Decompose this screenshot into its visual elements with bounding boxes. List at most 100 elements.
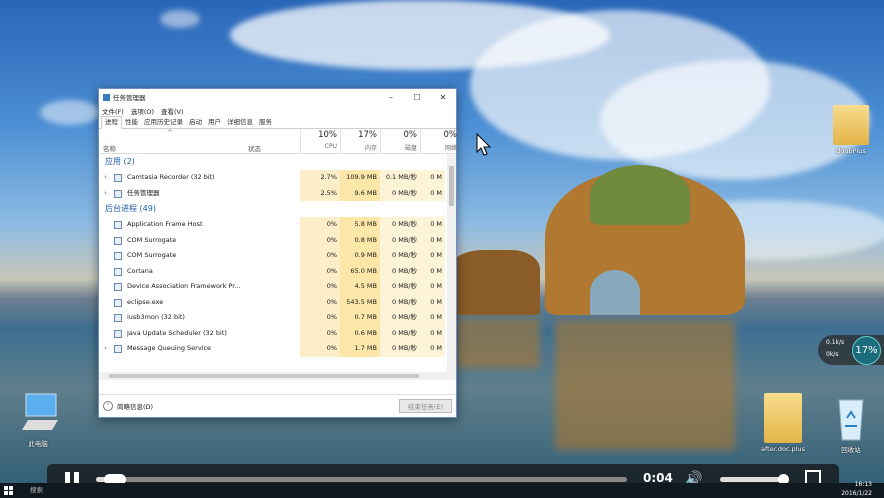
col-net-label[interactable]: 网络 <box>417 143 457 152</box>
col-disk-label[interactable]: 磁盘 <box>377 143 417 152</box>
tab-strip: 进程 性能 应用历史记录 启动 用户 详细信息 服务 <box>99 116 456 129</box>
process-row[interactable]: iusb3mon (32 bit) 0% 0.7 MB 0 MB/秒 0 M <box>99 310 456 326</box>
menu-options[interactable]: 选项(O) <box>131 106 154 116</box>
tab-users[interactable]: 用户 <box>205 117 224 128</box>
menu-view[interactable]: 查看(V) <box>161 106 184 116</box>
process-name: Application Frame Host <box>127 220 203 228</box>
col-cpu-label[interactable]: CPU <box>297 143 337 150</box>
desktop-recycle-bin[interactable]: 回收站 <box>821 392 881 454</box>
process-net: 0 M <box>420 341 445 357</box>
process-cpu: 0% <box>300 325 340 341</box>
task-manager-window[interactable]: 任务管理器 – ☐ ✕ 文件(F) 选项(O) 查看(V) 进程 性能 应用历史… <box>98 88 457 418</box>
process-row[interactable]: COM Surrogate 0% 0.9 MB 0 MB/秒 0 M <box>99 248 456 264</box>
process-net: 0 M <box>420 232 445 248</box>
process-cpu: 0% <box>300 310 340 326</box>
col-disk-pct[interactable]: 0% <box>377 130 418 140</box>
vertical-scrollbar[interactable] <box>447 154 456 380</box>
process-name: COM Surrogate <box>127 235 177 244</box>
folder-icon <box>764 393 802 443</box>
desktop-icon-label: 回收站 <box>841 446 861 454</box>
expand-chevron-icon[interactable]: › <box>104 170 107 186</box>
mouse-cursor-icon <box>476 133 492 156</box>
col-cpu-pct[interactable]: 10% <box>297 130 337 140</box>
menu-file[interactable]: 文件(F) <box>102 106 124 116</box>
recycle-bin-icon <box>838 399 864 441</box>
process-cpu: 0% <box>300 248 340 264</box>
process-disk: 0 MB/秒 <box>380 341 420 357</box>
group-background: 后台进程 (49) <box>105 204 156 213</box>
taskbar-clock[interactable]: 16:13 2016/1/22 <box>841 480 872 498</box>
seek-bar[interactable] <box>96 474 627 485</box>
process-mem: 4.5 MB <box>340 279 380 295</box>
folder-icon <box>833 105 869 145</box>
process-name: iusb3mon (32 bit) <box>127 313 185 321</box>
process-row[interactable]: › Message Queuing Service 0% 1.7 MB 0 MB/秒 0 … <box>99 341 456 357</box>
process-disk: 0 MB/秒 <box>380 185 420 201</box>
process-net: 0 M <box>420 310 445 326</box>
window-title: 任务管理器 <box>113 94 146 102</box>
tab-startup[interactable]: 启动 <box>186 117 205 128</box>
process-cpu: 0% <box>300 341 340 357</box>
collapse-icon[interactable]: ⌃ <box>103 401 113 411</box>
process-name: Java Update Scheduler (32 bit) <box>127 328 227 337</box>
process-icon <box>114 283 122 291</box>
col-mem-pct[interactable]: 17% <box>337 130 377 140</box>
col-net-pct[interactable]: 0% <box>417 130 458 140</box>
windows-start-icon[interactable] <box>4 486 14 495</box>
group-apps: 应用 (2) <box>105 157 135 166</box>
desktop-folder-after[interactable]: after.doc.plus <box>753 393 813 453</box>
process-icon <box>114 345 122 353</box>
expand-chevron-icon[interactable]: › <box>104 186 107 202</box>
process-cpu: 0% <box>300 232 340 248</box>
maximize-button[interactable]: ☐ <box>404 89 430 105</box>
process-mem: 0.6 MB <box>340 325 380 341</box>
desktop-icon-label: 此电脑 <box>28 440 48 448</box>
volume-slider[interactable] <box>720 474 789 485</box>
less-details-link[interactable]: 简略信息(D) <box>117 401 399 411</box>
title-bar[interactable]: 任务管理器 – ☐ ✕ <box>99 89 456 105</box>
process-list[interactable]: 应用 (2) › Camtasia Recorder (32 bit) 2.7% 10… <box>99 154 456 380</box>
desktop-folder-doubplus[interactable]: doubPlus <box>821 105 881 155</box>
network-monitor-widget[interactable]: 0.1k/s 0k/s 17% <box>818 335 884 365</box>
tab-processes[interactable]: 进程 <box>101 116 122 129</box>
tab-details[interactable]: 详细信息 <box>224 117 256 128</box>
taskbar-search[interactable]: 搜索 <box>30 484 43 494</box>
process-mem: 543.5 MB <box>340 294 380 310</box>
process-mem: 5.8 MB <box>340 217 380 233</box>
process-icon <box>114 267 122 276</box>
process-row[interactable]: eclipse.exe 0% 543.5 MB 0 MB/秒 0 M <box>99 294 456 310</box>
process-mem: 0.8 MB <box>340 232 380 248</box>
col-mem-label[interactable]: 内存 <box>337 143 377 152</box>
expand-chevron-icon[interactable]: › <box>104 341 107 357</box>
process-net: 0 M <box>420 185 445 201</box>
tab-performance[interactable]: 性能 <box>122 117 141 128</box>
process-disk: 0 MB/秒 <box>380 232 420 248</box>
process-cpu: 0% <box>300 294 340 310</box>
process-row[interactable]: › Camtasia Recorder (32 bit) 2.7% 109.9 MB 0… <box>99 170 456 186</box>
process-icon <box>114 314 122 322</box>
col-status[interactable]: 状态 <box>248 143 261 153</box>
process-cpu: 0% <box>300 263 340 279</box>
desktop-this-pc[interactable]: 此电脑 <box>8 390 68 448</box>
process-row[interactable]: › 任务管理器 2.5% 9.6 MB 0 MB/秒 0 M <box>99 185 456 202</box>
close-button[interactable]: ✕ <box>430 89 456 105</box>
process-net: 0 M <box>420 263 445 279</box>
process-row[interactable]: Device Association Framework Pr... 0% 4.5 … <box>99 279 456 295</box>
process-row[interactable]: COM Surrogate 0% 0.8 MB 0 MB/秒 0 M <box>99 232 456 248</box>
tab-app-history[interactable]: 应用历史记录 <box>141 117 186 128</box>
col-name[interactable]: 名称 <box>103 143 116 153</box>
process-mem: 109.9 MB <box>340 170 380 186</box>
process-name: Device Association Framework Pr... <box>127 282 241 290</box>
tab-services[interactable]: 服务 <box>256 117 275 128</box>
end-task-button[interactable]: 结束任务(E) <box>398 399 452 413</box>
horizontal-scrollbar[interactable] <box>99 372 447 380</box>
process-disk: 0 MB/秒 <box>380 248 420 264</box>
process-row[interactable]: Cortana 0% 65.0 MB 0 MB/秒 0 M <box>99 263 456 279</box>
process-name: 任务管理器 <box>127 188 160 197</box>
process-mem: 0.7 MB <box>340 310 380 326</box>
taskbar: 搜索 16:13 2016/1/22 <box>0 480 884 498</box>
process-mem: 9.6 MB <box>340 185 380 201</box>
process-row[interactable]: Application Frame Host 0% 5.8 MB 0 MB/秒 0 M <box>99 217 456 233</box>
minimize-button[interactable]: – <box>378 89 404 105</box>
process-row[interactable]: Java Update Scheduler (32 bit) 0% 0.6 MB 0 … <box>99 325 456 341</box>
